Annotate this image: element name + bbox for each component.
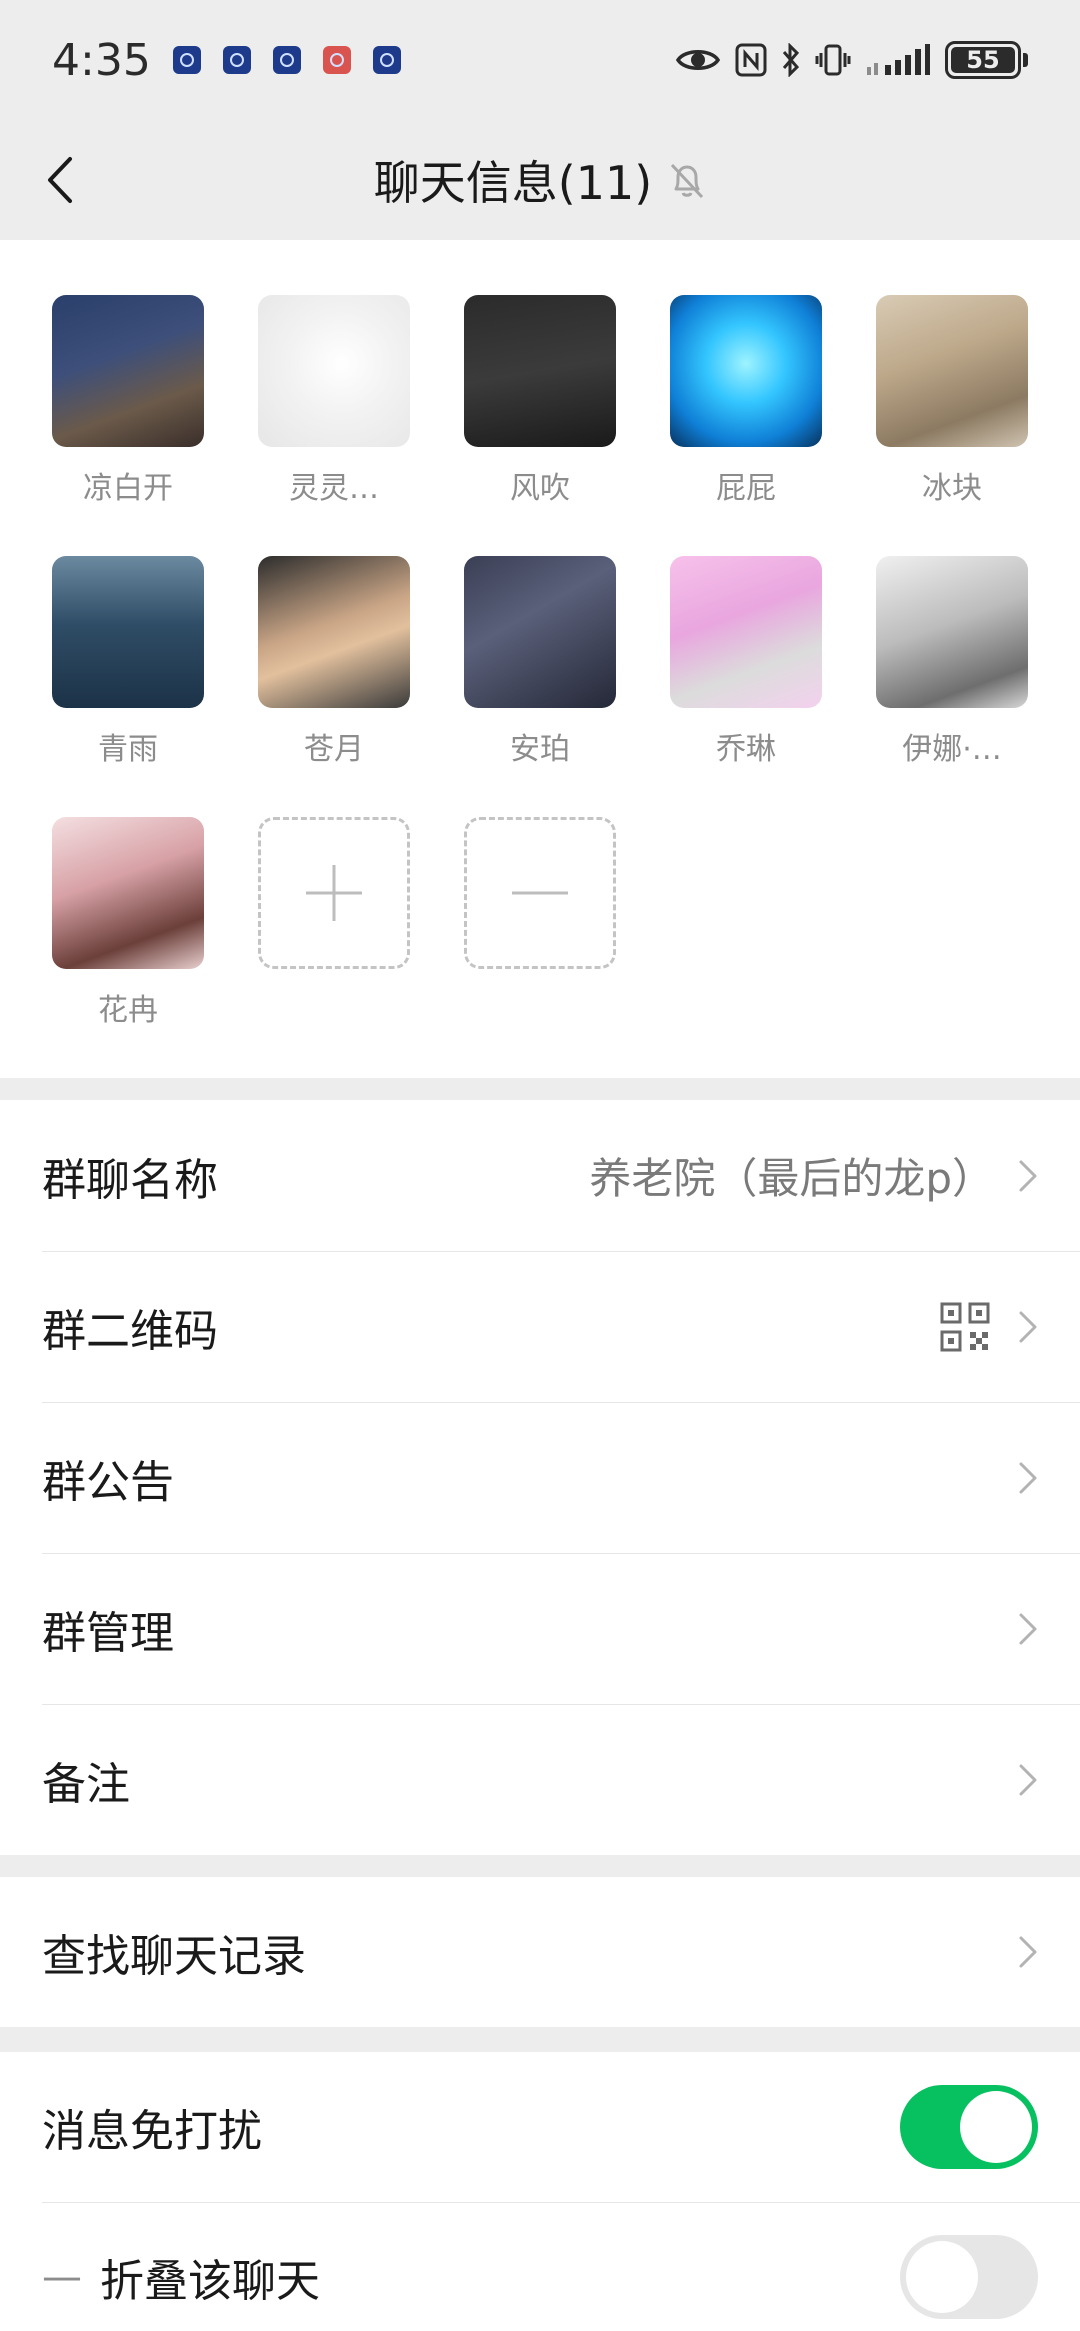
member-item[interactable]: 伊娜·…	[876, 556, 1028, 768]
app-notification-icon	[272, 46, 301, 74]
row-label: 折叠该聊天	[100, 2256, 320, 2307]
group-qr-code-row[interactable]: 群二维码	[0, 1251, 1080, 1402]
member-item[interactable]: 安珀	[464, 556, 616, 768]
toggle-knob	[906, 2241, 978, 2313]
avatar	[670, 295, 822, 447]
fold-chat-row: — 折叠该聊天	[0, 2202, 1080, 2331]
avatar	[52, 556, 204, 708]
add-member-button[interactable]	[258, 817, 410, 969]
row-label: 备注	[42, 1758, 130, 1810]
chevron-right-icon	[1018, 1612, 1038, 1646]
nfc-icon	[735, 43, 767, 77]
avatar	[258, 295, 410, 447]
eye-icon	[675, 45, 721, 75]
group-settings-list: 群聊名称 养老院（最后的龙p） 群二维码 群公告 群管理 备注	[0, 1100, 1080, 1855]
minus-icon	[512, 891, 568, 895]
member-name: 花冉	[98, 993, 158, 1028]
title-bar: 聊天信息(11)	[0, 120, 1080, 240]
app-notification-icon	[372, 46, 401, 74]
row-label: 查找聊天记录	[42, 1931, 306, 1982]
avatar	[876, 295, 1028, 447]
search-chat-history-row[interactable]: 查找聊天记录	[0, 1877, 1080, 2027]
chevron-right-icon	[1018, 1159, 1038, 1193]
group-management-row[interactable]: 群管理	[0, 1553, 1080, 1704]
member-name: 凉白开	[83, 471, 173, 506]
signal-icon	[865, 43, 931, 77]
member-name: 乔琳	[716, 732, 776, 767]
member-name: 苍月	[304, 732, 364, 767]
member-name: 安珀	[510, 732, 570, 767]
battery-icon: 55	[945, 41, 1028, 79]
avatar	[876, 556, 1028, 708]
plus-icon	[306, 865, 362, 921]
member-item[interactable]: 青雨	[52, 556, 204, 768]
battery-level: 55	[951, 46, 1015, 74]
member-item[interactable]: 冰块	[876, 295, 1028, 507]
member-item[interactable]: 屁屁	[670, 295, 822, 507]
chevron-left-icon	[48, 157, 72, 203]
back-button[interactable]	[30, 150, 90, 210]
member-item[interactable]: 灵灵…	[258, 295, 410, 507]
row-label: 消息免打扰	[42, 2106, 262, 2157]
group-name-value: 养老院（最后的龙p）	[589, 1154, 994, 1203]
mute-notifications-row: 消息免打扰	[0, 2052, 1080, 2202]
member-item[interactable]: 苍月	[258, 556, 410, 768]
app-notification-icon	[322, 46, 351, 74]
member-name: 风吹	[510, 471, 570, 506]
notification-settings-list: 消息免打扰 — 折叠该聊天	[0, 2052, 1080, 2331]
vibrate-icon	[815, 43, 851, 77]
chevron-right-icon	[1018, 1935, 1038, 1969]
bluetooth-icon	[781, 43, 801, 77]
avatar	[464, 556, 616, 708]
member-item[interactable]: 乔琳	[670, 556, 822, 768]
notification-icons	[172, 46, 401, 74]
qr-code-icon	[940, 1302, 990, 1352]
indent-dash: —	[42, 2254, 82, 2300]
remove-member-box	[464, 817, 616, 969]
chevron-right-icon	[1018, 1310, 1038, 1344]
member-name: 屁屁	[716, 471, 776, 506]
chevron-right-icon	[1018, 1461, 1038, 1495]
row-label: 群公告	[42, 1456, 174, 1508]
member-item[interactable]: 风吹	[464, 295, 616, 507]
member-name: 灵灵…	[289, 471, 379, 506]
member-name: 伊娜·…	[902, 732, 1002, 767]
avatar	[52, 817, 204, 969]
member-name: 冰块	[922, 471, 982, 506]
toggle-knob	[960, 2091, 1032, 2163]
mute-toggle[interactable]	[900, 2085, 1038, 2169]
app-notification-icon	[222, 46, 251, 74]
remove-member-button[interactable]	[464, 817, 616, 969]
fold-chat-toggle[interactable]	[900, 2235, 1038, 2319]
avatar	[670, 556, 822, 708]
member-name: 青雨	[98, 732, 158, 767]
group-name-row[interactable]: 群聊名称 养老院（最后的龙p）	[0, 1100, 1080, 1251]
member-grid: 凉白开 灵灵… 风吹 屁屁 冰块 青雨 苍月 安珀 乔琳 伊娜·… 花冉	[0, 240, 1080, 1078]
row-label: 群聊名称	[42, 1154, 218, 1206]
chevron-right-icon	[1018, 1763, 1038, 1797]
group-announcement-row[interactable]: 群公告	[0, 1402, 1080, 1553]
avatar	[258, 556, 410, 708]
remark-row[interactable]: 备注	[0, 1704, 1080, 1855]
member-item[interactable]: 花冉	[52, 817, 204, 1029]
avatar	[52, 295, 204, 447]
system-status-icons: 55	[675, 41, 1028, 79]
status-time: 4:35	[52, 34, 151, 86]
row-label: 群二维码	[42, 1305, 218, 1357]
avatar	[464, 295, 616, 447]
status-bar: 4:35 55	[0, 0, 1080, 120]
add-member-box	[258, 817, 410, 969]
app-notification-icon	[172, 46, 201, 74]
row-label: 群管理	[42, 1607, 174, 1659]
search-settings-list: 查找聊天记录	[0, 1877, 1080, 2027]
member-item[interactable]: 凉白开	[52, 295, 204, 507]
bell-off-icon	[671, 163, 704, 199]
page-title: 聊天信息(11)	[373, 156, 653, 210]
